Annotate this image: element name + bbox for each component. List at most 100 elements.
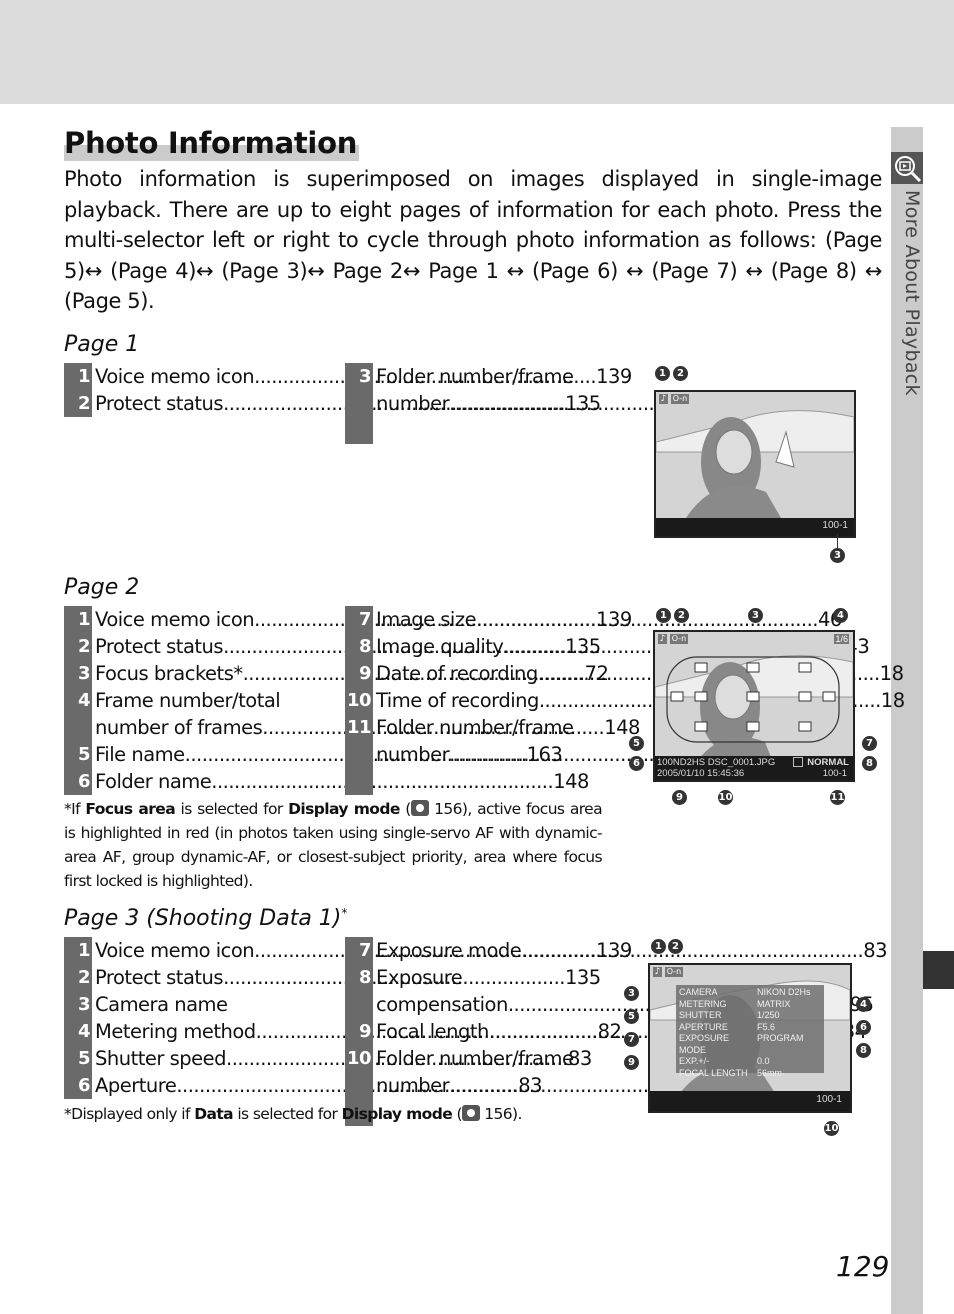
list-item: 2Protect status135	[64, 964, 601, 991]
page2-left-list: 1Voice memo icon1392Protect status1353Fo…	[64, 606, 640, 795]
number-bar-filler	[345, 768, 602, 795]
callout-3: 3	[830, 548, 845, 563]
page-reference-icon	[410, 800, 429, 816]
list-item: 7Image size46	[345, 606, 842, 633]
callout-3: 3	[624, 986, 639, 1001]
list-item: 7Exposure mode83	[345, 937, 888, 964]
item-label: Camera name	[95, 993, 228, 1016]
list-item: 9Date of recording18	[345, 660, 904, 687]
list-item: 1Voice memo icon139	[64, 937, 632, 964]
section-title-page3: Page 3 (Shooting Data 1)*	[64, 906, 348, 932]
callout-6: 6	[856, 1020, 871, 1035]
page-number: 129	[836, 1250, 890, 1283]
item-number: 6	[64, 768, 92, 795]
page1-right-list: 3Folder number/framenumber148	[345, 363, 827, 444]
list-item: 4Frame number/totalnumber of frames148	[64, 687, 640, 741]
item-number: 2	[64, 633, 92, 660]
shooting-data-row: SHUTTER 1/250	[679, 1010, 780, 1020]
leader-line	[837, 534, 838, 548]
item-label: Image size	[376, 608, 477, 631]
list-item: 5File name163	[64, 741, 563, 768]
item-label: File name	[95, 743, 185, 766]
number-bar-filler	[345, 417, 602, 444]
callout-9: 9	[624, 1055, 639, 1070]
list-item: 8Image quality43	[345, 633, 870, 660]
item-number: 2	[64, 964, 92, 991]
frame-number: 100-1	[816, 1094, 842, 1105]
protect-key-icon: O-n	[670, 634, 688, 644]
callout-10: 10	[824, 1121, 839, 1136]
callout-2: 2	[674, 608, 689, 623]
frame-count: 1/6	[834, 634, 849, 644]
shooting-data-panel: CAMERA NIKON D2Hs METERING MATRIX SHUTTER 1/2…	[676, 985, 824, 1078]
callout-9: 9	[672, 790, 687, 805]
item-number: 3	[64, 991, 92, 1018]
item-number: 6	[64, 1072, 92, 1099]
item-number: 4	[64, 1018, 92, 1045]
shooting-data-row: APERTURE F5.6	[679, 1021, 776, 1032]
info-bar: 100-1	[650, 1091, 850, 1111]
playback-zoom-icon	[891, 152, 923, 184]
list-item: 1Voice memo icon139	[64, 606, 632, 633]
callout-1: 1	[655, 366, 670, 381]
frame-number: 100-1	[822, 768, 847, 779]
info-bar: 100-1	[656, 518, 854, 536]
callout-8: 8	[856, 1043, 871, 1058]
list-item: 6Aperture83	[64, 1072, 543, 1099]
item-number: 9	[345, 1018, 373, 1045]
item-label: Focus brackets*	[95, 662, 243, 685]
info-bar: 100ND2HS DSC_0001.JPG NORMAL 2005/01/10 …	[655, 756, 853, 780]
item-label: number	[376, 392, 450, 415]
item-label: Folder name	[95, 770, 212, 793]
page1-figure: 1 2 ♪ O-n 100-1 3	[640, 362, 870, 572]
callout-4: 4	[833, 608, 848, 623]
page2-right-list: 7Image size468Image quality439Date of re…	[345, 606, 905, 795]
shooting-data-row: CAMERA NIKON D2Hs	[679, 987, 811, 997]
item-label: Focal length	[376, 1020, 489, 1043]
item-label: Metering method	[95, 1020, 256, 1043]
top-band	[0, 0, 954, 104]
list-item: 9Focal length234	[345, 1018, 867, 1045]
item-label: Voice memo icon	[95, 939, 255, 962]
section-title-page2: Page 2	[64, 575, 140, 600]
item-label: Exposure mode	[376, 939, 522, 962]
item-label: Date of recording	[376, 662, 538, 685]
callout-1: 1	[651, 939, 666, 954]
item-number: 4	[64, 687, 92, 741]
list-item: 1Voice memo icon139	[64, 363, 632, 390]
list-item: 8Exposurecompensation95	[345, 964, 874, 1018]
list-item: 2Protect status135	[64, 633, 601, 660]
list-item: 10Time of recording18	[345, 687, 905, 714]
item-label: number	[376, 743, 450, 766]
protect-key-icon: O-n	[671, 394, 689, 404]
intro-paragraph: Photo information is superimposed on ima…	[64, 167, 882, 313]
item-number: 1	[64, 606, 92, 633]
callout-11: 11	[830, 790, 845, 805]
protect-key-icon: O-n	[665, 967, 683, 977]
callout-2: 2	[673, 366, 688, 381]
date-time: 2005/01/10 15:45:36	[657, 768, 745, 779]
page3-right-list: 7Exposure mode838Exposurecompensation959…	[345, 937, 888, 1126]
list-item: 4Metering method82	[64, 1018, 622, 1045]
thumb-index-mark	[923, 951, 954, 989]
item-label: Aperture	[95, 1074, 177, 1097]
side-tab-label: More About Playback	[901, 190, 923, 396]
list-item: 3Focus brackets*72	[64, 660, 609, 687]
item-label: Voice memo icon	[95, 365, 255, 388]
page2-footnote: *If Focus area is selected for Display m…	[64, 800, 603, 890]
page1-left-list: 1Voice memo icon1392Protect status135	[64, 363, 632, 417]
item-number: 5	[64, 1045, 92, 1072]
item-number: 3	[345, 363, 373, 417]
item-label: compensation	[376, 993, 508, 1016]
item-number: 1	[64, 937, 92, 964]
list-item: 3Folder number/framenumber148	[345, 363, 827, 417]
callout-4: 4	[856, 997, 871, 1012]
item-number: 8	[345, 964, 373, 1018]
item-label: Image quality	[376, 635, 504, 658]
item-number: 2	[64, 390, 92, 417]
callout-2: 2	[668, 939, 683, 954]
item-number: 7	[345, 937, 373, 964]
item-number: 9	[345, 660, 373, 687]
page-reference-icon	[461, 1105, 480, 1121]
item-label: Shutter speed	[95, 1047, 227, 1070]
